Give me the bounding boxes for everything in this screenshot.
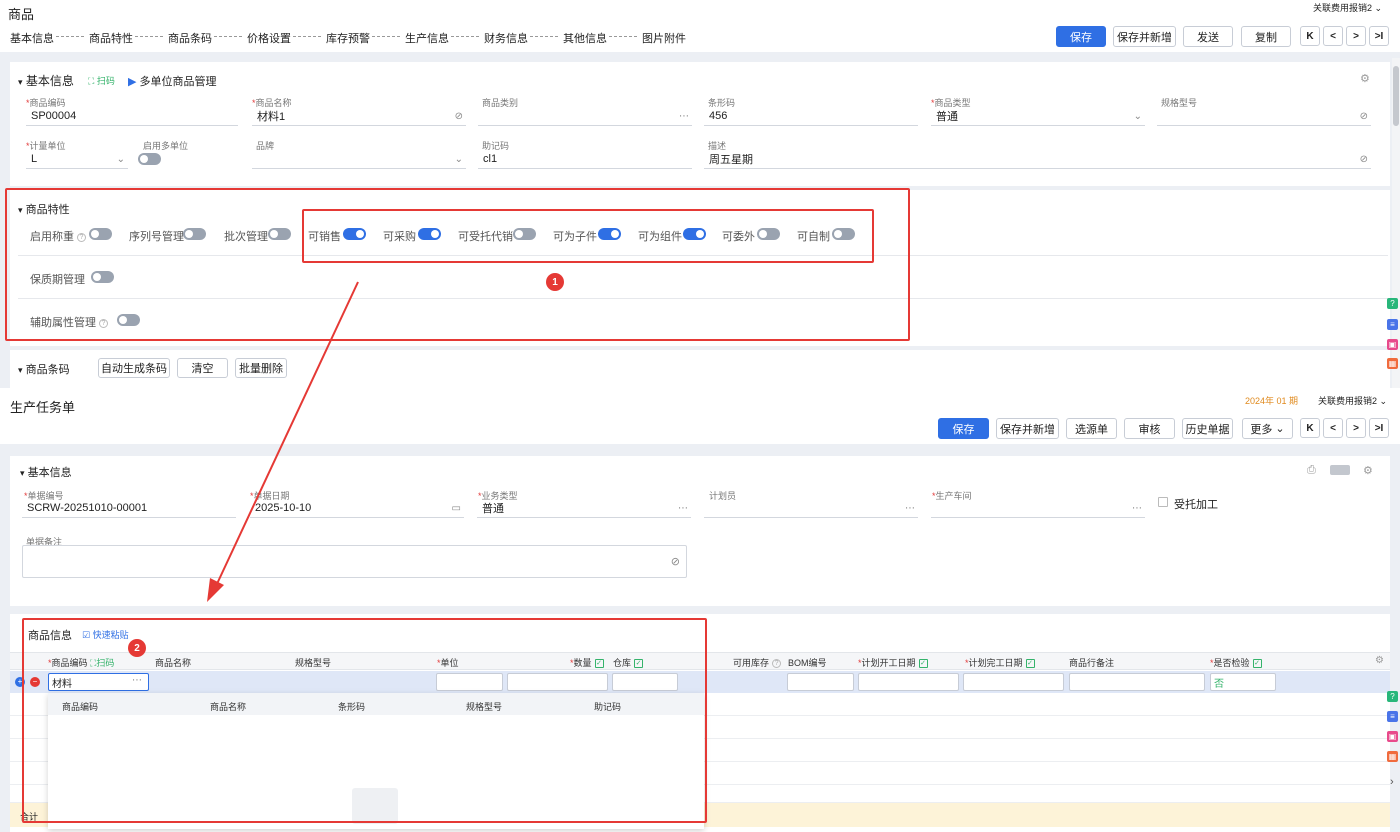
annotation-arrow	[207, 281, 359, 602]
